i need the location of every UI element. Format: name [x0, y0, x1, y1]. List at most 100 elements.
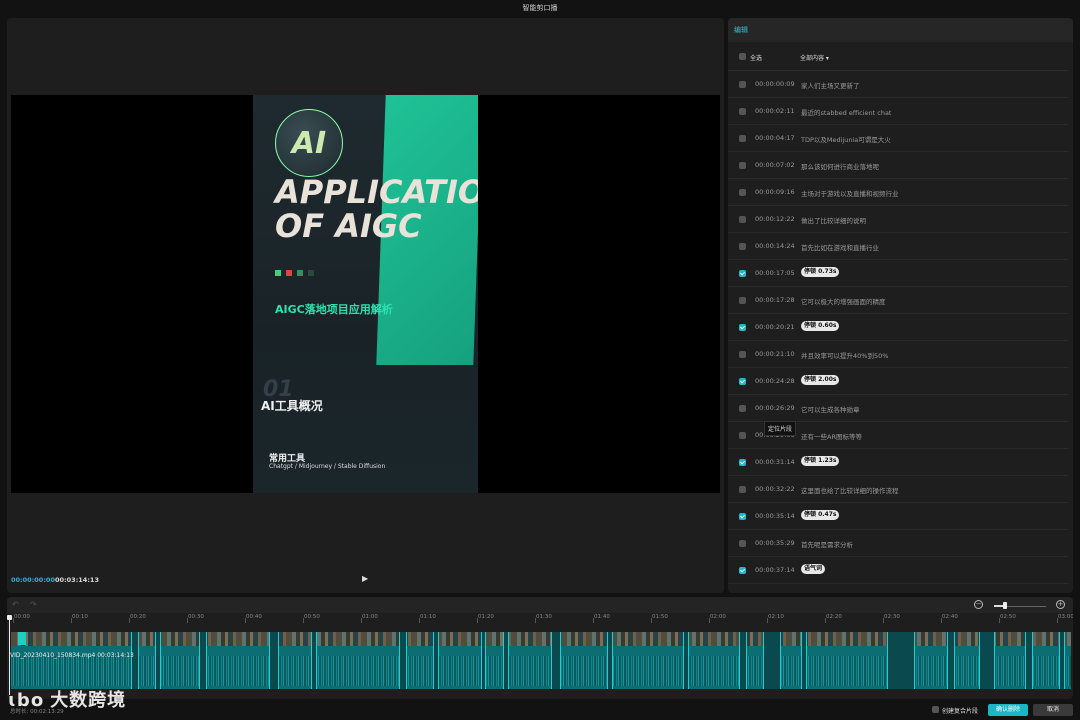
row-checkbox[interactable] — [739, 108, 746, 115]
row-checkbox[interactable] — [739, 405, 746, 412]
video-frame[interactable]: AI APPLICATIO OF AIGC AIGC落地项目应用解析 01 AI… — [11, 95, 720, 493]
ruler-tick: 02:20 — [825, 614, 842, 623]
transcript-row[interactable]: 00:00:14:24 首先比如在游戏和直播行业 — [728, 233, 1068, 260]
row-checkbox[interactable] — [739, 351, 746, 358]
ruler-tick: 03:00 — [1057, 614, 1073, 623]
removed-segment[interactable] — [551, 632, 561, 689]
row-checkbox[interactable] — [739, 135, 746, 142]
clip-start-marker — [18, 632, 26, 645]
confirm-delete-button[interactable]: 确认删除 — [988, 704, 1028, 716]
row-tag-badge: 语气词 — [801, 564, 826, 574]
row-checkbox[interactable] — [739, 216, 746, 223]
ruler-tick: 02:40 — [941, 614, 958, 623]
removed-segment[interactable] — [1059, 632, 1065, 689]
row-checkbox[interactable] — [739, 513, 746, 520]
removed-segment[interactable] — [739, 632, 747, 689]
removed-segment[interactable] — [947, 632, 955, 689]
footer-bar — [0, 702, 1080, 720]
removed-segment[interactable] — [1025, 632, 1033, 689]
transcript-row[interactable]: 00:00:02:11 最近的stabbed efficient chat — [728, 98, 1068, 125]
ruler-tick: 01:00 — [361, 614, 378, 623]
panel-title: 编辑 — [728, 18, 1073, 42]
transcript-row[interactable]: 00:00:00:09 家人们主场又更新了 — [728, 71, 1068, 98]
transcript-row[interactable]: 00:00:07:02 那么该如何进行商业落地呢 — [728, 152, 1068, 179]
row-timecode: 00:00:32:22 — [755, 485, 795, 493]
poster-headline-2: OF AIGC — [275, 207, 422, 245]
poster-subtitle: AIGC落地项目应用解析 — [275, 303, 393, 316]
transcript-row[interactable]: 00:00:20:21 停顿 0.60s — [728, 314, 1068, 341]
time-ruler[interactable]: 00:00 00:10 00:20 00:30 00:40 00:50 01:00 01:10… — [7, 614, 1073, 626]
row-checkbox[interactable] — [739, 540, 746, 547]
play-icon[interactable]: ▶ — [362, 574, 368, 583]
removed-segment[interactable] — [269, 632, 279, 689]
row-checkbox[interactable] — [739, 297, 746, 304]
zoom-in-icon[interactable]: + — [1056, 600, 1065, 609]
row-timecode: 00:00:21:10 — [755, 350, 795, 358]
transcript-row[interactable]: 00:00:35:14 停顿 0.47s — [728, 503, 1068, 530]
row-tag-badge: 停顿 0.60s — [801, 321, 840, 331]
poster-headline-1: APPLICATIO — [275, 173, 478, 211]
removed-segment[interactable] — [763, 632, 781, 689]
transcript-row[interactable]: 00:00:12:22 做出了比较详细的说明 — [728, 206, 1068, 233]
transcript-row[interactable]: 00:00:31:14 停顿 1.23s — [728, 449, 1068, 476]
row-checkbox[interactable] — [739, 162, 746, 169]
removed-segment[interactable] — [131, 632, 139, 689]
removed-segment[interactable] — [683, 632, 689, 689]
content-filter-dropdown[interactable]: 全部内容 ▾ — [800, 53, 829, 62]
row-checkbox[interactable] — [739, 432, 746, 439]
row-checkbox[interactable] — [739, 270, 746, 277]
row-timecode: 00:00:26:29 — [755, 404, 795, 412]
redo-icon[interactable]: ↷ — [30, 600, 37, 609]
ruler-tick: 00:00 — [13, 614, 30, 623]
ruler-tick: 01:30 — [535, 614, 552, 623]
removed-segment[interactable] — [433, 632, 439, 689]
removed-segment[interactable] — [887, 632, 915, 689]
transcript-row[interactable]: 00:00:35:29 首先呢是需求分析 — [728, 530, 1068, 557]
transcript-row[interactable]: 00:00:04:17 TDP以及Medijunia可谓是大火 — [728, 125, 1068, 152]
create-compound-option[interactable]: 创建复合片段 — [932, 706, 978, 715]
transcript-row[interactable]: 00:00:26:29 它可以生成各种勋章 — [728, 395, 1068, 422]
removed-segment[interactable] — [503, 632, 509, 689]
row-checkbox[interactable] — [739, 324, 746, 331]
undo-icon[interactable]: ↶ — [12, 600, 19, 609]
row-checkbox[interactable] — [739, 378, 746, 385]
removed-segment[interactable] — [979, 632, 995, 689]
ruler-tick: 02:10 — [767, 614, 784, 623]
transcript-row[interactable]: 00:00:21:10 并且效率可以提升40%到50% — [728, 341, 1068, 368]
removed-segment[interactable] — [801, 632, 807, 689]
create-compound-checkbox[interactable] — [932, 706, 939, 713]
transcript-row[interactable]: 00:00:24:28 停顿 2.00s — [728, 368, 1068, 395]
video-player: AI APPLICATIO OF AIGC AIGC落地项目应用解析 01 AI… — [7, 18, 724, 593]
row-checkbox[interactable] — [739, 459, 746, 466]
removed-segment[interactable] — [481, 632, 486, 689]
row-timecode: 00:00:17:28 — [755, 296, 795, 304]
removed-segment[interactable] — [607, 632, 613, 689]
total-duration: 总时长: 00:02:13:29 — [10, 709, 64, 715]
row-text: 它可以生成各种勋章 — [801, 406, 860, 414]
transcript-row[interactable]: 00:00:37:14 语气词 — [728, 557, 1068, 584]
row-timecode: 00:00:14:24 — [755, 242, 795, 250]
removed-segment[interactable] — [399, 632, 407, 689]
transcript-row[interactable]: 00:00:32:22 这里面也给了比较详细的操作流程 — [728, 476, 1068, 503]
timeline: ↶ ↷ − + 00:00 00:10 00:20 00:30 00:40 00:50 01… — [7, 597, 1073, 699]
removed-segment[interactable] — [199, 632, 207, 689]
row-checkbox[interactable] — [739, 486, 746, 493]
poster-dot — [275, 270, 281, 276]
row-timecode: 00:00:17:05 — [755, 269, 795, 277]
transcript-row[interactable]: 00:00:17:28 它可以极大的增强画面的精度 — [728, 287, 1068, 314]
row-checkbox[interactable] — [739, 81, 746, 88]
zoom-out-icon[interactable]: − — [974, 600, 983, 609]
row-checkbox[interactable] — [739, 243, 746, 250]
row-checkbox[interactable] — [739, 567, 746, 574]
transcript-row[interactable]: 00:00:17:05 停顿 0.73s — [728, 260, 1068, 287]
row-timecode: 00:00:20:21 — [755, 323, 795, 331]
transcript-row[interactable]: 00:00:09:16 主场对于游戏以及直播和视频行业 — [728, 179, 1068, 206]
removed-segment[interactable] — [311, 632, 317, 689]
video-track[interactable] — [11, 632, 1071, 689]
select-all-checkbox[interactable] — [739, 53, 746, 60]
zoom-slider-handle[interactable] — [1003, 602, 1007, 609]
select-all-label[interactable]: 全选 — [750, 53, 762, 62]
row-checkbox[interactable] — [739, 189, 746, 196]
cancel-button[interactable]: 取消 — [1033, 704, 1073, 716]
removed-segment[interactable] — [155, 632, 161, 689]
